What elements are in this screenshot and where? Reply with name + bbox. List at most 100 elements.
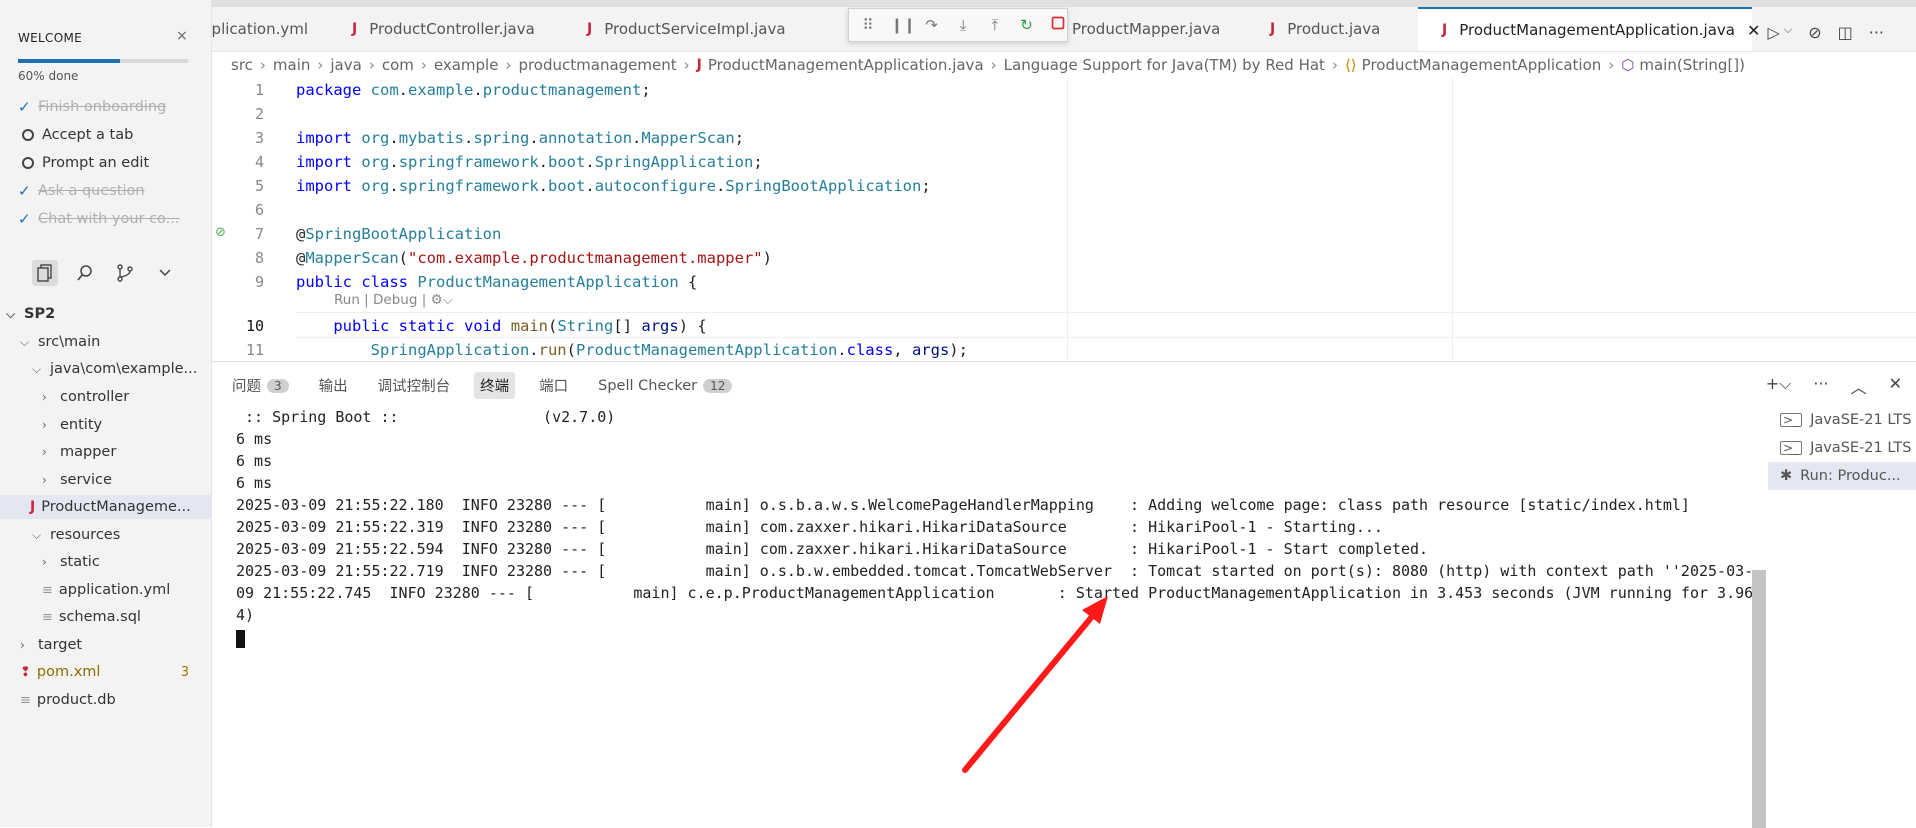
breadcrumb-item[interactable]: main(String[]) [1639, 56, 1745, 74]
explorer-root-sp2[interactable]: ⌵ SP2 [6, 302, 55, 326]
terminal-line: 6 ms [236, 452, 273, 470]
terminal-item-run[interactable]: ✱ Run: Produc... [1768, 462, 1916, 490]
gear-icon[interactable]: ⚙⌵ [431, 292, 453, 308]
task-finish-onboarding[interactable]: ✓ Finish onboarding [18, 96, 166, 118]
tree-file-productmanagementapplication[interactable]: J ProductManageme... [0, 495, 211, 519]
tab-debug-console[interactable]: 调试控制台 [372, 372, 457, 399]
onboarding-progress-bar [18, 59, 188, 63]
terminal-scrollbar[interactable] [1752, 570, 1766, 828]
terminal-icon: >_ [1780, 441, 1803, 455]
terminal-icon: >_ [1780, 413, 1803, 427]
breadcrumb-item[interactable]: productmanagement [518, 56, 676, 74]
tree-file-schema-sql[interactable]: ≡ schema.sql [42, 605, 141, 629]
tab-problems[interactable]: 问题 3 [226, 372, 295, 399]
tree-folder-src-main[interactable]: ⌵ src\main [20, 330, 100, 354]
count-badge: 3 [267, 378, 289, 393]
panel-actions: +⌵ ··· ︿ ✕ [1766, 374, 1902, 398]
breadcrumb: src › main › java › com › example › productma… [231, 56, 1746, 74]
tree-folder-mapper[interactable]: › mapper [42, 440, 116, 464]
tree-file-pom-xml[interactable]: ❢ pom.xml 3 [20, 660, 211, 684]
terminal-item[interactable]: >_ JavaSE-21 LTS [1768, 406, 1916, 434]
files-icon[interactable] [32, 260, 58, 286]
chevron-right-icon: › [20, 638, 25, 652]
task-prompt-edit[interactable]: Prompt an edit [18, 152, 149, 174]
spring-bean-icon[interactable]: ⊘ [215, 225, 226, 240]
file-lines-icon: ≡ [42, 582, 53, 598]
plus-icon[interactable]: +⌵ [1766, 374, 1792, 398]
code-text: import org.mybatis.spring.annotation.Map… [296, 129, 745, 147]
tab-spell-checker[interactable]: Spell Checker 12 [592, 375, 738, 397]
tab-product[interactable]: J Product.java [1270, 7, 1380, 51]
restart-icon[interactable]: ↻ [1018, 16, 1036, 34]
tab-productmanagementapplication[interactable]: J ProductManagementApplication.java ✕ [1418, 7, 1760, 51]
tree-folder-entity[interactable]: › entity [42, 413, 102, 437]
pause-icon[interactable]: ❙❙ [891, 16, 916, 34]
task-chat-codebase[interactable]: ✓ Chat with your co... [18, 208, 180, 230]
search-icon[interactable] [76, 264, 94, 282]
tree-folder-static[interactable]: › static [42, 550, 100, 574]
tree-folder-java[interactable]: ⌵ java\com\example... [32, 357, 197, 381]
more-icon[interactable]: ··· [1813, 374, 1828, 398]
tree-file-product-db[interactable]: ≡ product.db [20, 688, 116, 712]
code-text: public class ProductManagementApplicatio… [296, 273, 698, 291]
chevron-up-icon[interactable]: ︿ [1851, 374, 1867, 398]
terminal-item[interactable]: >_ JavaSE-21 LTS [1768, 434, 1916, 462]
breadcrumb-item[interactable]: ProductManagementApplication [1362, 56, 1602, 74]
check-icon: ✓ [18, 210, 31, 228]
code-text: @SpringBootApplication [296, 225, 502, 243]
chevron-right-icon: › [42, 390, 47, 404]
breadcrumb-item[interactable]: com [382, 56, 414, 74]
welcome-title: WELCOME [18, 31, 82, 45]
step-into-icon[interactable]: ⤓ [954, 16, 972, 34]
terminal-output[interactable]: :: Spring Boot :: (v2.7.0) 6 ms 6 ms 6 m… [236, 406, 1766, 826]
chevron-down-icon[interactable] [156, 264, 174, 282]
tab-output[interactable]: 输出 [313, 372, 354, 399]
code-line: 2 [254, 105, 264, 123]
chevron-down-icon[interactable]: ⌵ [1784, 23, 1792, 42]
split-editor-icon[interactable]: ◫ [1838, 23, 1853, 42]
breadcrumb-item[interactable]: ProductManagementApplication.java [708, 56, 984, 74]
terminal-line: 2025-03-09 21:55:22.719 INFO 23280 --- [… [236, 562, 1754, 580]
welcome-close-icon[interactable]: × [176, 28, 188, 44]
drag-handle-icon[interactable]: ⠿ [859, 16, 877, 34]
chevron-right-icon: › [42, 445, 47, 459]
run-icon[interactable]: ▷ [1768, 23, 1780, 42]
source-control-icon[interactable] [116, 264, 134, 282]
tab-application-yml[interactable]: plication.yml [212, 7, 322, 51]
tree-folder-target[interactable]: › target [20, 633, 82, 657]
java-file-icon: J [696, 57, 702, 73]
breadcrumb-item[interactable]: Language Support for Java(TM) by Red Hat [1004, 56, 1325, 74]
task-accept-tab[interactable]: Accept a tab [18, 124, 133, 146]
breadcrumb-item[interactable]: java [330, 56, 361, 74]
tree-folder-controller[interactable]: › controller [42, 385, 129, 409]
stop-icon[interactable] [1049, 16, 1067, 34]
breadcrumb-item[interactable]: main [273, 56, 310, 74]
tab-ports[interactable]: 端口 [533, 372, 574, 399]
java-file-icon: J [352, 21, 358, 37]
more-icon[interactable]: ··· [1869, 23, 1884, 42]
tree-folder-resources[interactable]: ⌵ resources [32, 523, 120, 547]
tree-file-application-yml[interactable]: ≡ application.yml [42, 578, 170, 602]
code-text: package com.example.productmanagement; [296, 81, 651, 99]
tab-terminal[interactable]: 终端 [474, 372, 516, 399]
breadcrumb-item[interactable]: example [434, 56, 499, 74]
tab-productmapper[interactable]: ProductMapper.java [1072, 7, 1220, 51]
maven-icon: ❢ [20, 664, 31, 680]
terminal-line: 2025-03-09 21:55:22.594 INFO 23280 --- [… [236, 540, 1429, 558]
close-icon[interactable]: ✕ [1889, 374, 1902, 398]
eye-off-icon[interactable]: ⊘ [1808, 23, 1821, 42]
task-ask-question[interactable]: ✓ Ask a question [18, 180, 145, 202]
tree-folder-service[interactable]: › service [42, 468, 112, 492]
step-out-icon[interactable]: ⤒ [986, 16, 1004, 34]
debug-bug-icon: ✱ [1780, 468, 1793, 484]
step-over-icon[interactable]: ↷ [923, 16, 941, 34]
code-line: 9 public class ProductManagementApplicat… [254, 273, 698, 291]
tab-productcontroller[interactable]: J ProductController.java [352, 7, 535, 51]
breadcrumb-item[interactable]: src [231, 56, 253, 74]
code-editor[interactable]: 1 package com.example.productmanagement;… [212, 78, 1916, 360]
method-symbol-icon: ⬡ [1621, 56, 1635, 74]
codelens-run-debug[interactable]: Run | Debug | ⚙⌵ [334, 292, 453, 308]
code-text: public static void main(String[] args) { [333, 317, 707, 335]
tab-productserviceimpl[interactable]: J ProductServiceImpl.java [587, 7, 786, 51]
close-icon[interactable]: ✕ [1747, 21, 1760, 40]
